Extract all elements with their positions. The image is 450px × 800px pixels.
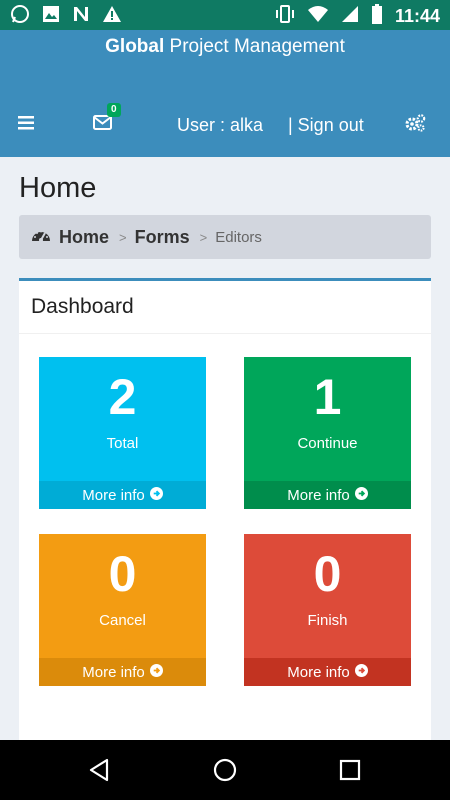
dashboard-box: Dashboard 2 Total More info 1 Continue M… — [19, 278, 431, 748]
messages-badge: 0 — [107, 103, 121, 117]
more-info-link[interactable]: More info — [39, 658, 206, 686]
messages-button[interactable]: 0 — [93, 93, 121, 157]
warning-icon — [102, 5, 122, 28]
envelope-icon — [93, 115, 112, 135]
battery-icon — [371, 4, 383, 29]
breadcrumb-editors: Editors — [215, 228, 262, 246]
arrow-circle-right-icon — [149, 486, 163, 504]
tile-count: 2 — [108, 369, 137, 425]
gears-icon — [404, 113, 426, 137]
tile-cancel: 0 Cancel More info — [39, 534, 206, 686]
home-icon[interactable] — [213, 758, 237, 787]
tile-finish: 0 Finish More info — [244, 534, 411, 686]
app-title-bold: Global — [105, 36, 165, 57]
arrow-circle-right-icon — [354, 486, 368, 504]
breadcrumb-forms[interactable]: Forms — [135, 227, 190, 248]
arrow-circle-right-icon — [149, 663, 163, 681]
more-info-label: More info — [82, 663, 145, 681]
status-bar: 11:44 — [0, 0, 450, 30]
user-label: User : alka — [177, 114, 264, 135]
breadcrumb-separator: > — [119, 229, 127, 245]
more-info-link[interactable]: More info — [244, 481, 411, 509]
back-icon[interactable] — [88, 758, 110, 787]
page-title: Home — [19, 172, 97, 204]
android-navigation-bar — [0, 740, 450, 800]
app-title-rest: Project Management — [164, 36, 345, 57]
dashboard-title: Dashboard — [19, 281, 431, 334]
arrow-circle-right-icon — [354, 663, 368, 681]
tile-total: 2 Total More info — [39, 357, 206, 509]
more-info-label: More info — [287, 486, 350, 504]
tile-count: 0 — [108, 546, 137, 602]
more-info-label: More info — [287, 663, 350, 681]
dashboard-gauge-icon — [31, 227, 51, 248]
more-info-link[interactable]: More info — [244, 658, 411, 686]
breadcrumb-home[interactable]: Home — [59, 227, 109, 248]
menu-toggle-button[interactable] — [18, 93, 34, 157]
more-info-link[interactable]: More info — [39, 481, 206, 509]
whatsapp-icon — [10, 4, 30, 29]
tile-label: Finish — [307, 612, 348, 629]
sign-out-label: | Sign out — [288, 114, 364, 135]
user-menu[interactable]: User : alka — [177, 93, 263, 157]
vibrate-icon — [275, 4, 295, 29]
tile-continue: 1 Continue More info — [244, 357, 411, 509]
status-time: 11:44 — [394, 6, 440, 26]
hamburger-icon — [18, 115, 34, 135]
sign-out-link[interactable]: | Sign out — [288, 93, 364, 157]
app-title: Global Project Management — [0, 36, 450, 58]
navbar: 0 User : alka | Sign out — [0, 93, 450, 157]
n-app-icon — [72, 5, 90, 28]
image-icon — [42, 5, 60, 28]
breadcrumb-separator: > — [199, 229, 208, 245]
app-header: Global Project Management — [0, 30, 450, 93]
recents-icon[interactable] — [339, 759, 361, 786]
settings-button[interactable] — [404, 93, 426, 157]
signal-icon — [341, 5, 359, 28]
tile-count: 1 — [313, 369, 342, 425]
tile-label: Cancel — [99, 612, 146, 629]
more-info-label: More info — [82, 486, 145, 504]
tile-label: Continue — [297, 435, 358, 452]
tile-count: 0 — [313, 546, 342, 602]
breadcrumb: Home > Forms > Editors — [19, 215, 431, 259]
tile-label: Total — [106, 435, 139, 452]
wifi-icon — [307, 5, 329, 28]
